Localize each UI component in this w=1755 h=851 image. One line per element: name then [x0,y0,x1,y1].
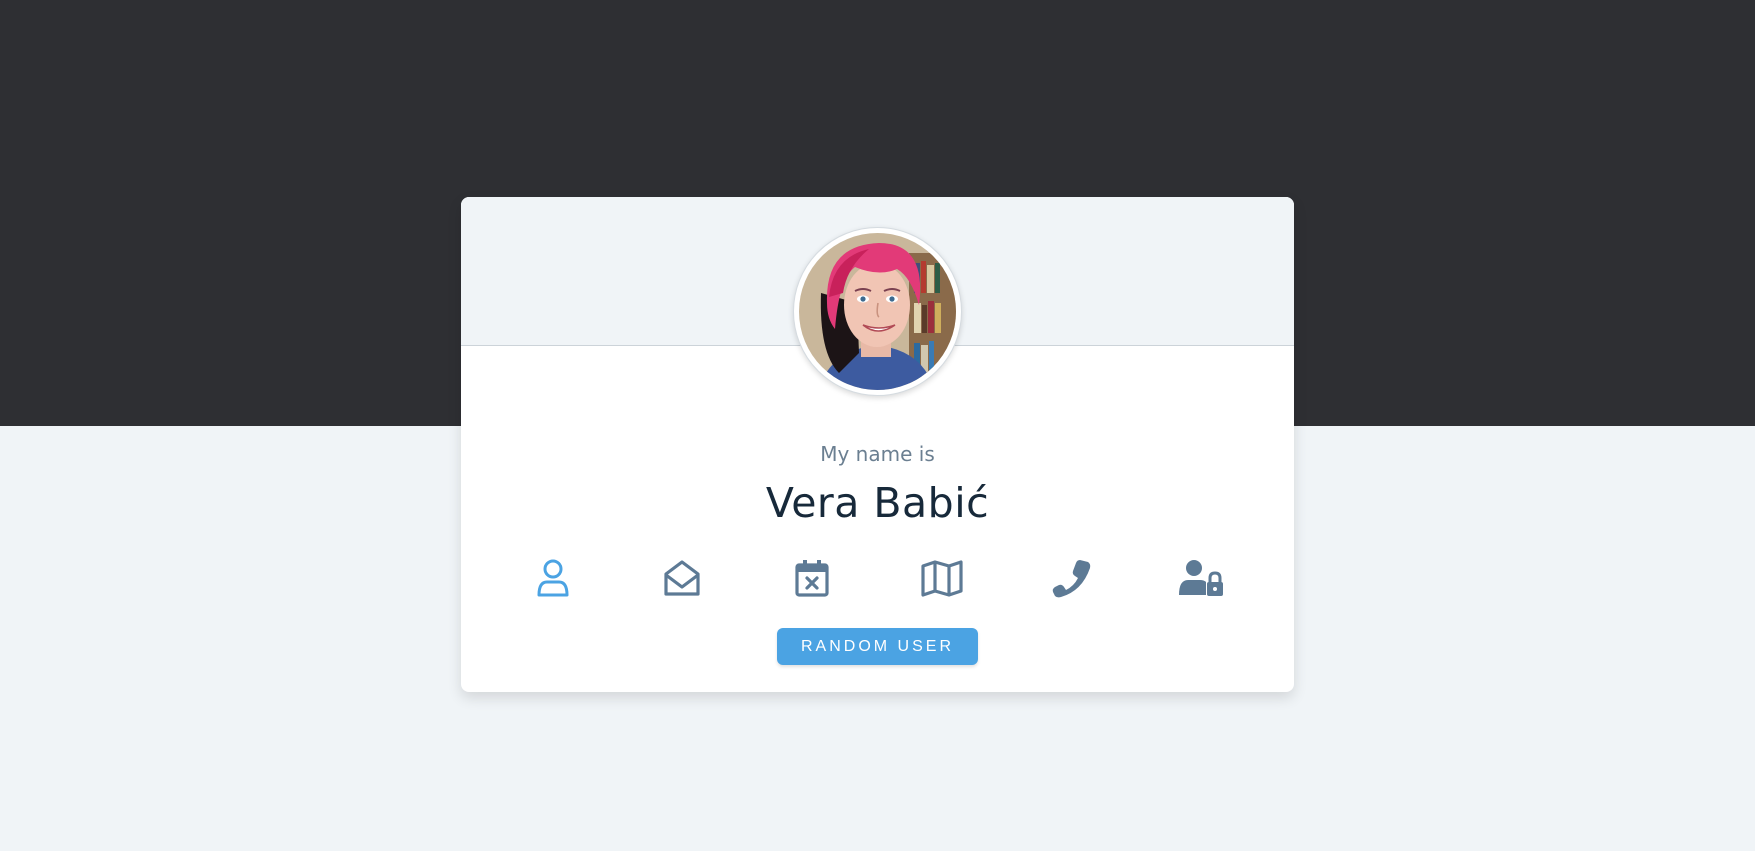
map-icon[interactable] [912,555,972,601]
user-lock-icon[interactable] [1172,555,1232,601]
info-icon-row [461,555,1294,601]
profile-card: My name is Vera Babić RANDOM USER [461,197,1294,692]
calendar-x-icon[interactable] [782,555,842,601]
user-name: Vera Babić [765,479,990,527]
envelope-open-icon[interactable] [652,555,712,601]
phone-icon[interactable] [1042,555,1102,601]
random-user-button[interactable]: RANDOM USER [777,628,978,665]
avatar [793,227,962,396]
name-label: My name is [820,442,935,466]
user-icon[interactable] [523,555,583,601]
avatar-photo [799,233,956,390]
